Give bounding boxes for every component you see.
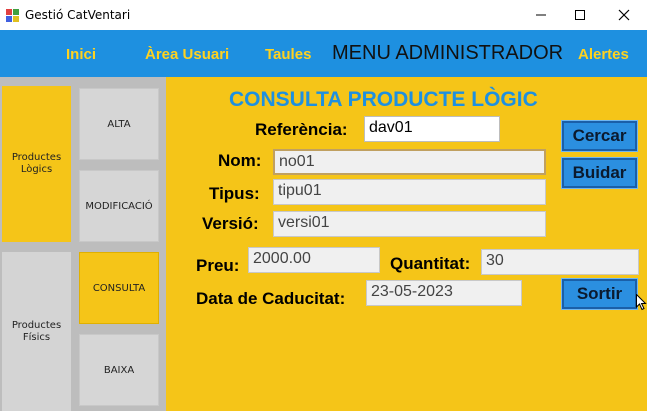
preu-label: Preu:: [196, 256, 240, 275]
action-modificacio[interactable]: MODIFICACIÓ: [79, 170, 159, 242]
referencia-label: Referència:: [255, 120, 348, 139]
data-caducitat-label: Data de Caducitat:: [196, 289, 346, 308]
menu-area-usuari[interactable]: Àrea Usuari: [145, 46, 231, 63]
action-label: BAIXA: [103, 364, 135, 376]
maximize-icon: [575, 10, 585, 20]
mouse-cursor-icon: [636, 293, 647, 315]
referencia-input[interactable]: dav01: [364, 116, 500, 142]
action-label: ALTA: [107, 118, 131, 130]
menu-inici[interactable]: Inici: [66, 46, 96, 63]
minimize-icon: [536, 14, 546, 16]
preu-input[interactable]: 2000.00: [248, 247, 380, 273]
versio-label: Versió:: [202, 214, 259, 233]
window-title: Gestió CatVentari: [25, 8, 131, 22]
action-label: MODIFICACIÓ: [85, 200, 153, 212]
action-label: CONSULTA: [92, 282, 146, 294]
close-icon: [618, 9, 630, 21]
action-consulta[interactable]: CONSULTA: [79, 252, 159, 324]
data-caducitat-input[interactable]: 23-05-2023: [366, 280, 522, 306]
cercar-button[interactable]: Cercar: [561, 120, 638, 152]
app-icon: [6, 8, 20, 22]
quantitat-label: Quantitat:: [390, 254, 471, 273]
close-button[interactable]: [601, 0, 647, 30]
buidar-button[interactable]: Buidar: [561, 157, 638, 189]
category-label: Productes Físics: [11, 319, 62, 343]
versio-input[interactable]: versi01: [273, 211, 546, 237]
action-baixa[interactable]: BAIXA: [79, 334, 159, 406]
tipus-label: Tipus:: [209, 184, 260, 203]
maximize-button[interactable]: [557, 0, 603, 30]
action-alta[interactable]: ALTA: [79, 88, 159, 160]
category-label: Productes Lògics: [11, 152, 62, 175]
nom-label: Nom:: [218, 151, 262, 170]
menu-title: MENU ADMINISTRADOR: [332, 42, 564, 64]
nom-input[interactable]: no01: [273, 149, 546, 175]
sortir-button[interactable]: Sortir: [561, 278, 638, 310]
tipus-input[interactable]: tipu01: [273, 179, 546, 205]
menu-alertes[interactable]: Alertes: [578, 46, 629, 63]
menu-taules[interactable]: Taules: [265, 46, 311, 63]
form-title: CONSULTA PRODUCTE LÒGIC: [229, 88, 538, 111]
category-productes-fisics[interactable]: Productes Físics: [2, 252, 71, 411]
quantitat-input[interactable]: 30: [481, 249, 639, 275]
category-productes-logics[interactable]: Productes Lògics: [2, 86, 71, 242]
